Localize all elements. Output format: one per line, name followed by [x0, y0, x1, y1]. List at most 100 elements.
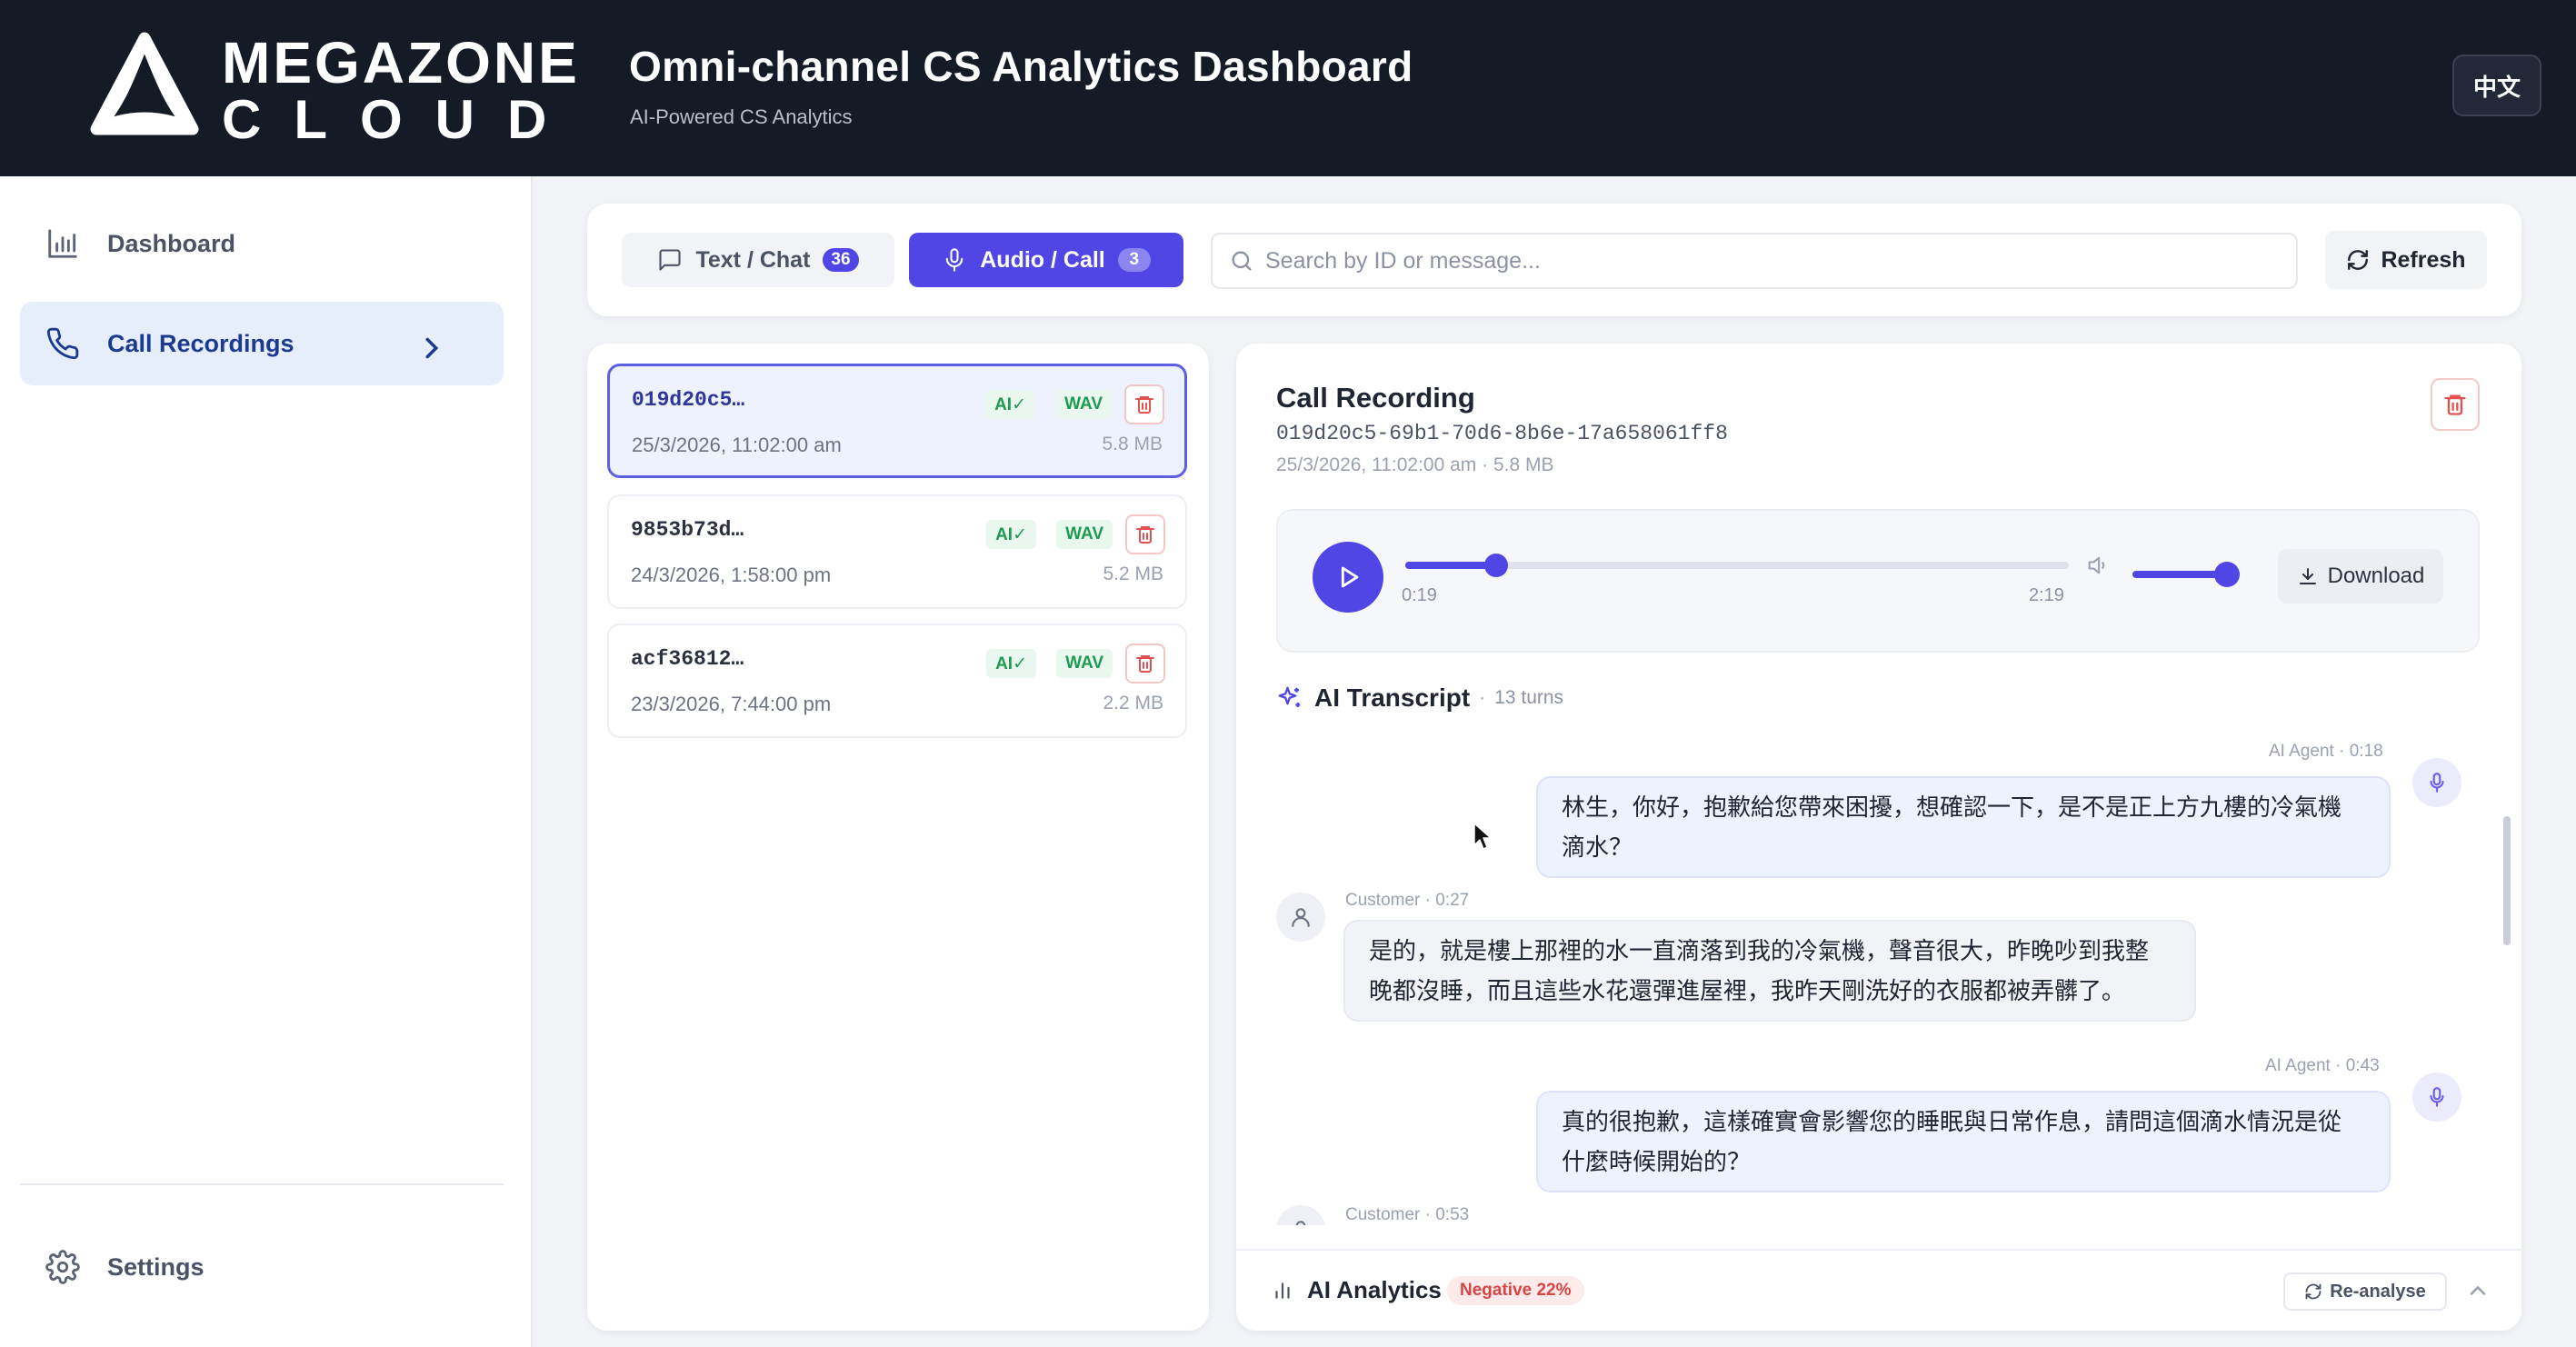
avatar: [2412, 758, 2461, 807]
user-icon: [1292, 908, 1310, 927]
logo-line-1: MEGAZONE: [222, 30, 580, 95]
download-icon: [2299, 568, 2316, 584]
transcript-scrollbar[interactable]: [2503, 816, 2511, 945]
recording-id: 019d20c5…: [632, 388, 745, 412]
recording-detail-panel: Call Recording 019d20c5-69b1-70d6-8b6e-1…: [1236, 344, 2521, 1331]
mouse-cursor-icon: [1473, 823, 1492, 850]
volume-handle[interactable]: [2213, 562, 2240, 587]
message-meta: AI Agent · 0:18: [2269, 742, 2383, 761]
logo-wordmark: MEGAZONE CLOUD: [222, 30, 580, 147]
delete-recording-button[interactable]: [1124, 384, 1164, 424]
sidebar-divider: [20, 1183, 504, 1185]
chat-icon: [659, 249, 682, 271]
count-badge: 3: [1117, 248, 1151, 272]
ai-analytics-bar[interactable]: AI Analytics Negative 22% Re-analyse: [1236, 1249, 2521, 1331]
tab-text-chat[interactable]: Text / Chat 36: [622, 233, 894, 287]
volume-level: [2132, 571, 2227, 578]
message-meta: Customer · 0:53: [1345, 1205, 1470, 1224]
avatar: [1276, 893, 1325, 942]
format-badge: WAV: [1055, 390, 1112, 419]
download-label: Download: [2327, 564, 2425, 588]
search-box: [1211, 233, 2298, 289]
sidebar-item-settings[interactable]: Settings: [20, 1225, 504, 1309]
ai-analysed-badge: AI✓: [986, 649, 1036, 678]
user-icon: [1295, 1221, 1306, 1225]
sidebar-item-label: Dashboard: [107, 229, 236, 257]
gear-icon: [45, 1250, 80, 1284]
chevron-right-icon: [425, 337, 439, 359]
chevron-up-icon[interactable]: [2465, 1278, 2491, 1303]
play-button[interactable]: [1313, 542, 1383, 613]
microphone-icon: [946, 248, 964, 272]
transcript-header: AI Transcript · 13 turns: [1276, 682, 1563, 714]
bar-chart-icon: [1275, 1282, 1290, 1299]
message-line: 滴水？: [1562, 833, 1633, 861]
download-button[interactable]: Download: [2278, 549, 2443, 604]
recordings-list: 019d20c5… AI✓ WAV 25/3/2026, 11:02:00 am…: [587, 344, 1209, 1331]
duration: 2:19: [2029, 585, 2064, 605]
trash-icon: [1136, 526, 1154, 544]
transcript-list: AI Agent · 0:18 林生，你好，抱歉給您帶來困擾，想確認一下，是不是…: [1236, 729, 2521, 1225]
audio-player: 0:19 2:19 Download: [1276, 509, 2480, 653]
detail-title: Call Recording: [1276, 382, 1475, 414]
delete-recording-button[interactable]: [1125, 644, 1165, 683]
agent-message: 真的很抱歉，這樣確實會影響您的睡眠與日常作息，請問這個滴水情況是從 什麼時候開始…: [1536, 1091, 2391, 1192]
recording-item[interactable]: 019d20c5… AI✓ WAV 25/3/2026, 11:02:00 am…: [607, 364, 1187, 478]
settings-label: Settings: [107, 1252, 205, 1281]
app-title: Omni-channel CS Analytics Dashboard: [629, 43, 1413, 90]
search-icon: [1232, 251, 1252, 271]
trash-icon: [2444, 394, 2466, 415]
format-badge: WAV: [1056, 520, 1113, 549]
tab-audio-call[interactable]: Audio / Call 3: [909, 233, 1183, 287]
format-badge: WAV: [1056, 649, 1113, 678]
transcript-turn-count: 13 turns: [1494, 687, 1564, 708]
refresh-icon: [2305, 1283, 2321, 1300]
bar-chart-icon: [48, 229, 77, 258]
app-subtitle: AI-Powered CS Analytics: [630, 105, 853, 128]
delete-recording-detail-button[interactable]: [2431, 378, 2480, 431]
sidebar-item-dashboard[interactable]: Dashboard: [20, 202, 504, 285]
agent-message: 林生，你好，抱歉給您帶來困擾，想確認一下，是不是正上方九樓的冷氣機 滴水？: [1536, 776, 2391, 878]
top-header: MEGAZONE CLOUD Omni-channel CS Analytics…: [0, 0, 2576, 176]
count-badge: 36: [823, 248, 859, 272]
logo-mark-icon: [90, 32, 199, 135]
channel-toolbar: Text / Chat 36 Audio / Call 3 Refresh: [587, 204, 2521, 316]
sidebar: Dashboard Call Recordings Settings: [0, 176, 533, 1347]
message-line: 晚都沒睡，而且這些水花還彈進屋裡，我昨天剛洗好的衣服都被弄髒了。: [1369, 977, 2126, 1004]
message-line: 真的很抱歉，這樣確實會影響您的睡眠與日常作息，請問這個滴水情況是從: [1562, 1108, 2342, 1135]
ai-analysed-badge: AI✓: [985, 390, 1035, 419]
customer-message: 是的，就是樓上那裡的水一直滴落到我的冷氣機，聲音很大，昨晚吵到我整 晚都沒睡，而…: [1343, 920, 2196, 1022]
phone-icon: [46, 327, 79, 360]
sentiment-badge: Negative 22%: [1447, 1276, 1584, 1305]
recording-item[interactable]: acf36812… AI✓ WAV 23/3/2026, 7:44:00 pm …: [607, 624, 1187, 738]
message-line: 是的，就是樓上那裡的水一直滴落到我的冷氣機，聲音很大，昨晚吵到我整: [1369, 937, 2150, 964]
recording-date: 24/3/2026, 1:58:00 pm: [631, 564, 832, 586]
reanalyse-button[interactable]: Re-analyse: [2283, 1272, 2447, 1311]
message-line: 什麼時候開始的？: [1562, 1148, 1752, 1175]
refresh-icon: [2348, 250, 2369, 270]
delete-recording-button[interactable]: [1125, 514, 1165, 554]
volume-slider[interactable]: [2132, 562, 2240, 587]
avatar: [1276, 1205, 1325, 1225]
sidebar-item-call-recordings[interactable]: Call Recordings: [20, 302, 504, 385]
trash-icon: [1136, 655, 1154, 673]
recording-date: 25/3/2026, 11:02:00 am: [632, 434, 842, 456]
tab-label: Text / Chat: [695, 246, 811, 273]
ai-analysed-badge: AI✓: [986, 520, 1036, 549]
seek-handle[interactable]: [1484, 554, 1508, 577]
reanalyse-label: Re-analyse: [2330, 1281, 2426, 1302]
recording-uuid: 019d20c5-69b1-70d6-8b6e-17a658061ff8: [1276, 422, 1728, 445]
seek-slider[interactable]: [1405, 554, 2069, 577]
sparkles-icon: [1278, 686, 1301, 707]
language-toggle-button[interactable]: 中文: [2452, 55, 2541, 116]
search-input[interactable]: [1265, 247, 2265, 274]
recording-id: 9853b73d…: [631, 518, 744, 542]
refresh-label: Refresh: [2381, 246, 2466, 273]
recording-item[interactable]: 9853b73d… AI✓ WAV 24/3/2026, 1:58:00 pm …: [607, 494, 1187, 609]
tab-label: Audio / Call: [980, 246, 1105, 273]
refresh-button[interactable]: Refresh: [2325, 231, 2487, 289]
message-meta: AI Agent · 0:43: [2265, 1056, 2380, 1075]
analytics-title: AI Analytics: [1307, 1276, 1442, 1303]
volume-icon[interactable]: [2085, 553, 2111, 578]
recording-meta: 25/3/2026, 11:02:00 am · 5.8 MB: [1276, 454, 1554, 475]
